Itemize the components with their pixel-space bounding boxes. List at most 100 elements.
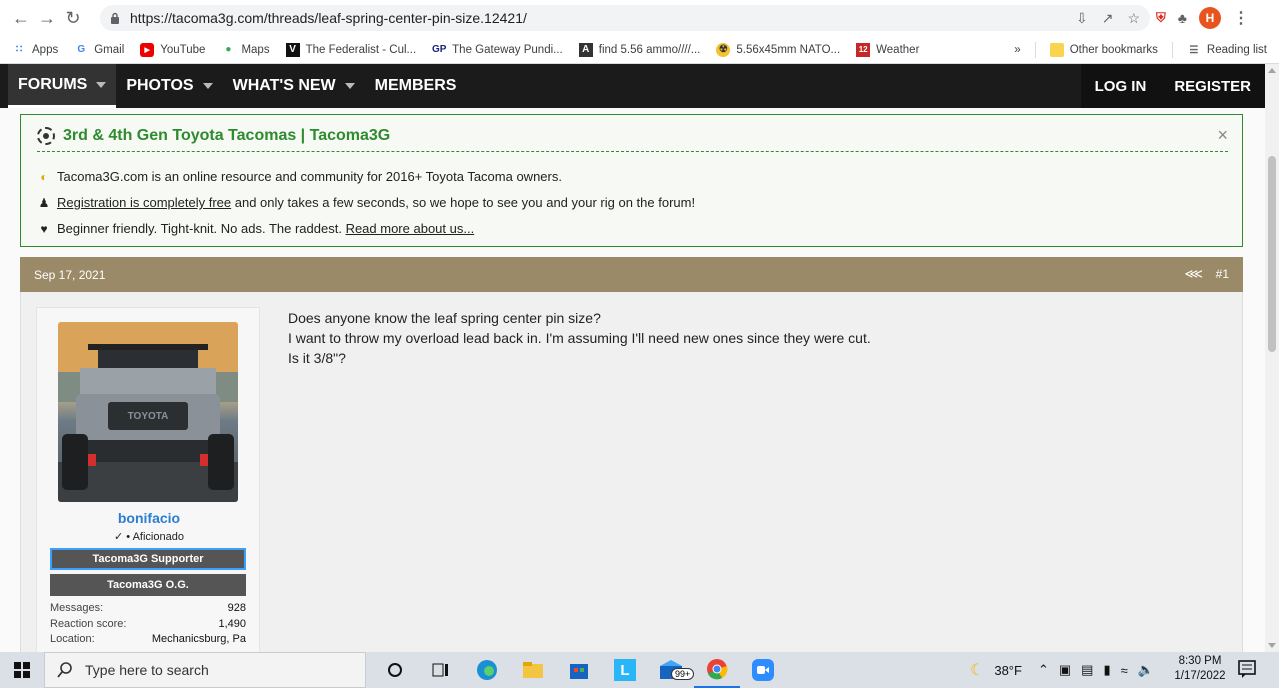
reload-icon[interactable]: ↻ <box>60 5 86 31</box>
page-scrollbar[interactable] <box>1265 64 1279 652</box>
caret-down-icon[interactable] <box>344 83 355 89</box>
lock-icon <box>111 12 119 24</box>
bookmark-apps[interactable]: ∷ Apps <box>12 43 58 57</box>
share-icon[interactable]: ⋘ <box>1185 266 1204 282</box>
weather-icon: 12 <box>856 42 871 57</box>
page-content: 3rd & 4th Gen Toyota Tacomas | Tacoma3G … <box>0 108 1265 652</box>
system-tray: ☾ 38°F ⌃ ▣ ▤ ▮ ≈ 🔈 <box>970 652 1154 688</box>
bookmark-youtube[interactable]: ▶ YouTube <box>140 42 205 57</box>
nav-whats-new[interactable]: WHAT'S NEW <box>223 64 365 108</box>
tray-chevron-up-icon[interactable]: ⌃ <box>1038 662 1049 678</box>
l-app-icon[interactable]: L <box>602 652 648 688</box>
share-icon[interactable]: ↗ <box>1102 10 1114 27</box>
folder-icon <box>1049 43 1064 57</box>
youtube-icon: ▶ <box>140 42 155 57</box>
reading-list[interactable]: ☰ Reading list <box>1187 43 1267 57</box>
bookmark-weather[interactable]: 12 Weather <box>856 42 919 57</box>
read-more-link[interactable]: Read more about us... <box>346 221 475 236</box>
clock[interactable]: 8:30 PM 1/17/2022 <box>1170 654 1230 684</box>
clock-time: 8:30 PM <box>1178 655 1222 667</box>
edge-icon[interactable] <box>464 652 510 688</box>
extension-shield-icon[interactable]: ⛨ <box>1156 10 1166 26</box>
search-icon <box>57 662 72 678</box>
ammo-icon: A <box>578 42 593 57</box>
temperature[interactable]: 38°F <box>994 663 1022 678</box>
scroll-down-arrow-icon[interactable] <box>1268 643 1276 648</box>
chrome-icon[interactable] <box>694 652 740 688</box>
battery-icon[interactable]: ▮ <box>1103 662 1110 678</box>
supporter-banner: Tacoma3G Supporter <box>50 548 246 570</box>
windows-start-icon[interactable] <box>0 652 44 688</box>
meet-now-icon[interactable]: ▣ <box>1059 662 1071 678</box>
taco-icon: ◐ <box>40 169 48 184</box>
zoom-icon[interactable] <box>740 652 786 688</box>
post-line: I want to throw my overload lead back in… <box>288 330 871 346</box>
store-icon[interactable] <box>556 652 602 688</box>
nav-members[interactable]: MEMBERS <box>365 64 467 108</box>
bookmark-nato[interactable]: ☢ 5.56x45mm NATO... <box>716 42 840 57</box>
bookmark-separator <box>1171 42 1173 58</box>
bookmark-gmail[interactable]: G Gmail <box>74 43 124 57</box>
registration-link[interactable]: Registration is completely free <box>57 195 231 210</box>
notice-divider <box>37 151 1228 152</box>
wifi-icon[interactable]: ≈ <box>1121 663 1128 678</box>
svg-text:TOYOTA: TOYOTA <box>128 411 169 422</box>
task-view-icon[interactable] <box>418 652 464 688</box>
other-bookmarks[interactable]: Other bookmarks <box>1049 43 1158 57</box>
notification-center-icon[interactable] <box>1238 660 1256 683</box>
gear-icon <box>37 127 55 145</box>
close-icon[interactable]: × <box>1217 125 1228 146</box>
post-number[interactable]: #1 <box>1216 267 1229 281</box>
post-date[interactable]: Sep 17, 2021 <box>34 268 105 282</box>
bookmark-federalist[interactable]: V The Federalist - Cul... <box>285 42 416 57</box>
user-secret-icon: ♟ <box>38 195 50 210</box>
back-arrow-icon[interactable]: ← <box>8 5 34 31</box>
heart-icon: ♥ <box>40 221 48 236</box>
post: TOYOTA bonifacio ✓ • Aficionado Tacoma3G… <box>20 292 1243 652</box>
register-link[interactable]: REGISTER <box>1160 64 1265 108</box>
bookmark-gateway-pundit[interactable]: GP The Gateway Pundi... <box>432 43 563 57</box>
forward-arrow-icon[interactable]: → <box>34 5 60 31</box>
welcome-notice: 3rd & 4th Gen Toyota Tacomas | Tacoma3G … <box>20 114 1243 247</box>
taskbar-search[interactable]: Type here to search <box>44 652 366 688</box>
bookmark-star-icon[interactable]: ☆ <box>1127 10 1140 27</box>
caret-down-icon[interactable] <box>96 81 107 88</box>
stat-location: Location: Mechanicsburg, Pa <box>50 633 246 645</box>
notice-line-1: ◐ Tacoma3G.com is an online resource and… <box>37 169 562 184</box>
caret-down-icon[interactable] <box>202 83 213 89</box>
bookmarks-bar: ∷ Apps G Gmail ▶ YouTube ● Maps V The Federal… <box>0 36 1279 64</box>
user-title: ✓ • Aficionado <box>114 531 184 543</box>
nav-forums[interactable]: FORUMS <box>8 64 117 108</box>
mail-icon[interactable]: 99+ <box>648 652 695 688</box>
install-app-icon[interactable]: ⇩ <box>1076 10 1088 27</box>
volume-icon[interactable]: 🔈 <box>1138 662 1154 678</box>
post-line: Is it 3/8"? <box>288 350 346 366</box>
stat-messages: Messages: 928 <box>50 602 246 614</box>
maps-icon: ● <box>225 44 232 55</box>
user-avatar[interactable]: TOYOTA <box>58 322 238 502</box>
nav-photos[interactable]: PHOTOS <box>116 64 222 108</box>
menu-kebab-icon[interactable]: ⋮ <box>1233 8 1249 28</box>
mail-badge: 99+ <box>671 668 695 680</box>
scroll-up-arrow-icon[interactable] <box>1268 68 1276 73</box>
display-icon[interactable]: ▤ <box>1081 662 1093 678</box>
more-bookmarks-chevron[interactable]: » <box>1014 44 1020 56</box>
google-icon: G <box>77 44 86 55</box>
extensions-puzzle-icon[interactable]: ♣ <box>1178 10 1187 26</box>
bookmark-maps[interactable]: ● Maps <box>221 43 269 57</box>
weather-moon-icon[interactable]: ☾ <box>970 660 984 680</box>
scroll-thumb[interactable] <box>1268 156 1276 352</box>
clock-date: 1/17/2022 <box>1174 670 1226 682</box>
username[interactable]: bonifacio <box>37 510 261 526</box>
forum-nav: FORUMS PHOTOS WHAT'S NEW MEMBERS LOG IN … <box>0 64 1265 108</box>
file-explorer-icon[interactable] <box>510 652 556 688</box>
bookmark-ammo[interactable]: Afind 5.56 ammo////... <box>578 42 700 57</box>
profile-avatar[interactable]: H <box>1198 7 1221 29</box>
federalist-icon: V <box>285 42 300 57</box>
address-bar[interactable]: https://tacoma3g.com/threads/leaf-spring… <box>100 5 1150 31</box>
url-text: https://tacoma3g.com/threads/leaf-spring… <box>130 10 527 26</box>
login-link[interactable]: LOG IN <box>1081 64 1161 108</box>
bookmark-separator <box>1034 42 1036 58</box>
stat-reaction-score: Reaction score: 1,490 <box>50 618 246 630</box>
cortana-icon[interactable] <box>372 652 418 688</box>
